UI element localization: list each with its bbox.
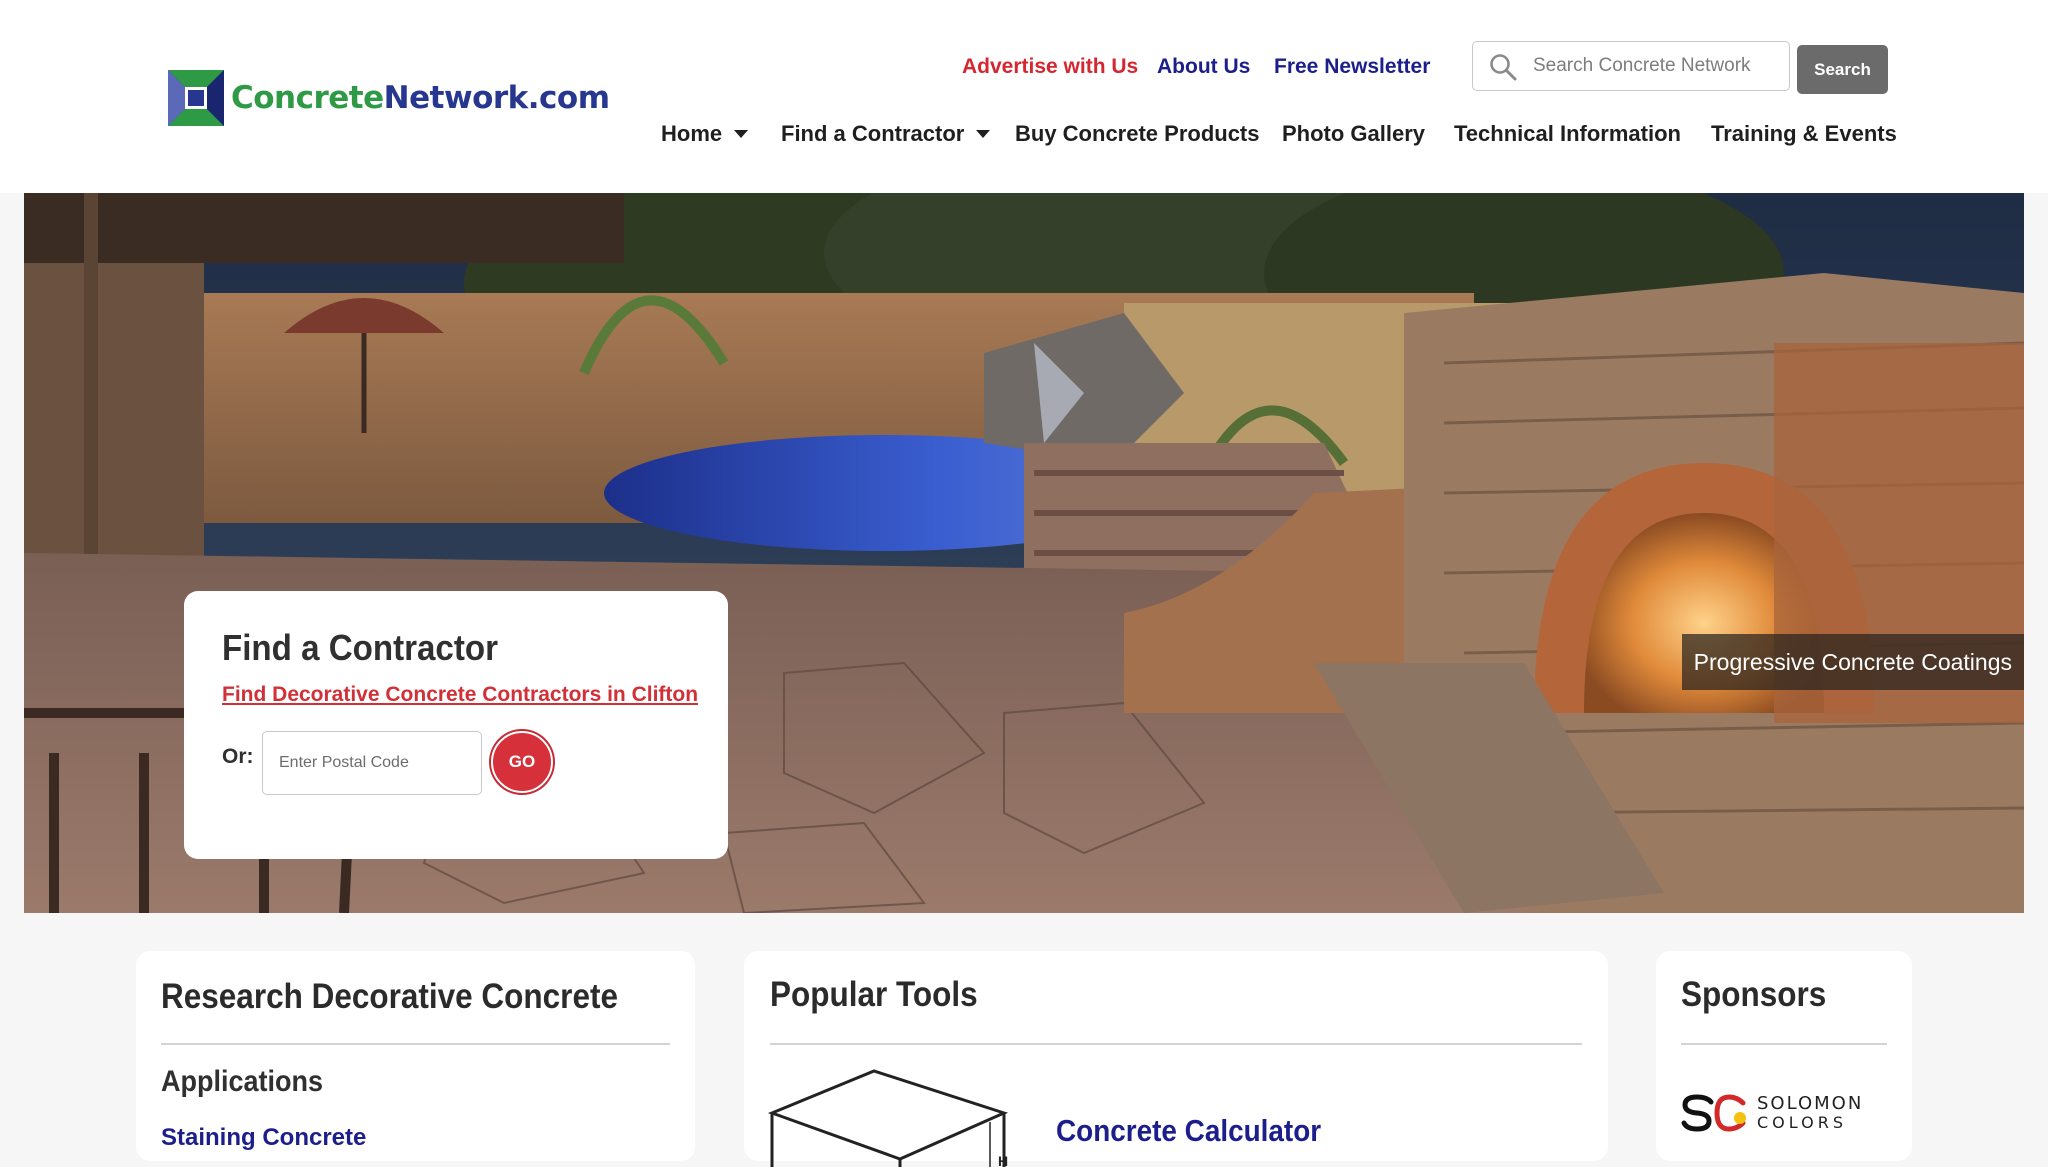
nav-technical-info-label: Technical Information <box>1454 121 1681 146</box>
staining-concrete-link[interactable]: Staining Concrete <box>161 1124 366 1152</box>
concrete-calculator-link[interactable]: Concrete Calculator <box>1056 1113 1321 1149</box>
height-label: H <box>998 1153 1008 1167</box>
nav-technical-info[interactable]: Technical Information <box>1454 118 1681 150</box>
nav-find-contractor-label: Find a Contractor <box>781 121 965 146</box>
sponsors-card: Sponsors SOLOMON COLORS <box>1656 951 1912 1161</box>
find-contractor-card: Find a Contractor Find Decorative Concre… <box>184 591 728 859</box>
search-button[interactable]: Search <box>1797 45 1888 94</box>
nav-buy-products-label: Buy Concrete Products <box>1015 121 1260 146</box>
about-us-link[interactable]: About Us <box>1157 52 1250 82</box>
popular-tools-title: Popular Tools <box>770 975 978 1014</box>
postal-code-input[interactable] <box>262 731 482 795</box>
research-card: Research Decorative Concrete Application… <box>136 951 695 1161</box>
nav-photo-gallery[interactable]: Photo Gallery <box>1282 118 1425 150</box>
nav-training-events[interactable]: Training & Events <box>1711 118 1897 150</box>
find-contractor-title: Find a Contractor <box>222 627 499 668</box>
solomon-colors-logo[interactable]: SOLOMON COLORS <box>1681 1091 1887 1135</box>
nav-find-contractor[interactable]: Find a Contractor <box>781 118 991 150</box>
find-local-contractors-link[interactable]: Find Decorative Concrete Contractors in … <box>222 683 698 707</box>
hero-photo-caption[interactable]: Progressive Concrete Coatings <box>1681 634 2024 690</box>
nav-photo-gallery-label: Photo Gallery <box>1282 121 1426 146</box>
newsletter-link[interactable]: Free Newsletter <box>1274 52 1430 82</box>
search-icon <box>1490 54 1517 81</box>
go-button[interactable]: GO <box>491 731 553 793</box>
logo-text: ConcreteNetwork.com <box>231 80 610 116</box>
nav-training-events-label: Training & Events <box>1711 121 1897 146</box>
site-header: ConcreteNetwork.com Advertise with Us Ab… <box>0 0 2048 193</box>
divider <box>1681 1043 1887 1045</box>
nav-home-label: Home <box>661 121 723 146</box>
nav-buy-products[interactable]: Buy Concrete Products <box>1015 118 1260 150</box>
solomon-logo-mark-icon <box>1681 1094 1746 1132</box>
or-label: Or: <box>222 745 254 768</box>
applications-heading: Applications <box>161 1065 324 1098</box>
popular-tools-card: Popular Tools H Concrete Calculator <box>744 951 1608 1167</box>
solomon-logo-line1: SOLOMON <box>1757 1093 1864 1114</box>
divider <box>770 1043 1582 1045</box>
divider <box>161 1043 670 1045</box>
sponsors-title: Sponsors <box>1681 975 1827 1014</box>
hero-banner: Progressive Concrete Coatings Find a Con… <box>24 193 2024 913</box>
search-box <box>1472 41 1790 91</box>
chevron-down-icon <box>734 130 749 138</box>
research-title: Research Decorative Concrete <box>161 977 618 1016</box>
solomon-logo-line2: COLORS <box>1757 1113 1847 1132</box>
chevron-down-icon <box>976 130 991 138</box>
concrete-block-diagram-icon: H <box>768 1069 1008 1167</box>
logo-mark-icon <box>168 70 224 126</box>
site-logo[interactable]: ConcreteNetwork.com <box>167 68 610 128</box>
advertise-link[interactable]: Advertise with Us <box>962 52 1138 82</box>
nav-home[interactable]: Home <box>661 118 749 150</box>
search-input[interactable] <box>1533 42 1783 90</box>
